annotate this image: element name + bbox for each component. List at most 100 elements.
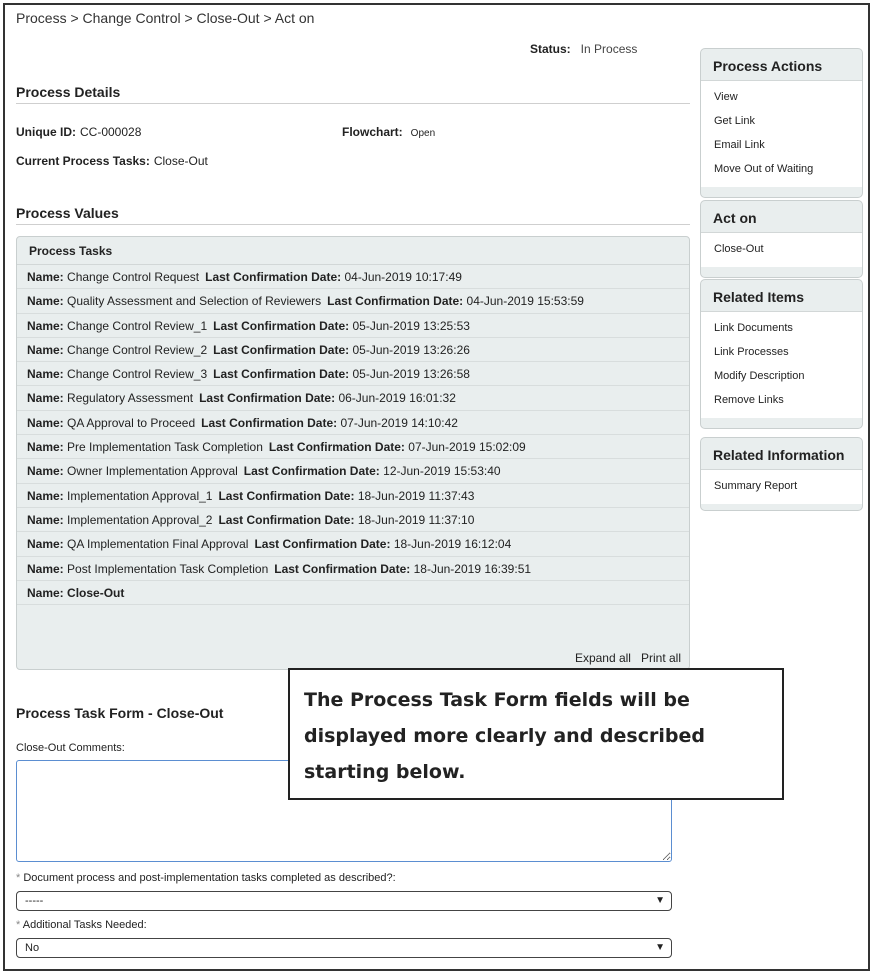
- task-date-value: 05-Jun-2019 13:26:26: [352, 342, 470, 357]
- task-name-label: Name:: [27, 512, 64, 527]
- task-date-label: Last Confirmation Date:: [243, 464, 380, 479]
- task-row: Name: Change Control Review_1 Last Confir…: [17, 314, 689, 338]
- unique-id-value: CC-000028: [80, 125, 142, 139]
- remove-links[interactable]: Remove Links: [701, 388, 862, 412]
- task-date-label: Last Confirmation Date:: [254, 537, 391, 552]
- task-row: Name: Quality Assessment and Selection o…: [17, 289, 689, 314]
- unique-id-label: Unique ID:: [16, 125, 76, 139]
- task-name-label: Name:: [27, 342, 64, 357]
- task-name-value: QA Approval to Proceed: [67, 415, 196, 430]
- related-items-panel: Related Items Link Documents Link Proces…: [700, 279, 863, 429]
- task-date-value: 18-Jun-2019 11:37:10: [357, 512, 475, 527]
- status-value: In Process: [580, 42, 638, 56]
- task-row: Name: Change Control Review_3 Last Confir…: [17, 362, 689, 387]
- task-name-value: Close-Out: [67, 585, 125, 600]
- expand-all-link[interactable]: Expand all: [575, 651, 631, 665]
- action-move-out-of-waiting[interactable]: Move Out of Waiting: [701, 157, 862, 181]
- q1-label-text: Document process and post-implementation…: [23, 872, 396, 884]
- task-row: Name: Owner Implementation Approval Last …: [17, 459, 689, 484]
- callout-annotation: The Process Task Form fields will be dis…: [288, 668, 784, 800]
- task-row: Name: Regulatory Assessment Last Confirma…: [17, 386, 689, 411]
- modify-description[interactable]: Modify Description: [701, 364, 862, 388]
- summary-report[interactable]: Summary Report: [701, 474, 862, 498]
- task-date-value: 18-Jun-2019 11:37:43: [357, 488, 475, 503]
- task-name-value: Change Control Review_1: [67, 318, 208, 333]
- task-row-close-out: Name: Close-Out: [17, 581, 689, 606]
- task-date-label: Last Confirmation Date:: [268, 440, 405, 455]
- task-name-value: Change Control Review_3: [67, 367, 208, 382]
- task-date-label: Last Confirmation Date:: [213, 367, 350, 382]
- q2-label: * Additional Tasks Needed:: [16, 919, 147, 931]
- page-frame: Process > Change Control > Close-Out > A…: [3, 3, 870, 971]
- required-marker: *: [16, 872, 21, 884]
- q2-label-text: Additional Tasks Needed:: [22, 919, 147, 931]
- task-date-label: Last Confirmation Date:: [199, 391, 336, 406]
- task-date-label: Last Confirmation Date:: [213, 342, 350, 357]
- task-row: Name: Pre Implementation Task Completion…: [17, 435, 689, 460]
- task-date-value: 05-Jun-2019 13:25:53: [352, 318, 470, 333]
- print-all-link[interactable]: Print all: [641, 651, 681, 665]
- task-name-value: Owner Implementation Approval: [67, 464, 238, 479]
- task-date-value: 18-Jun-2019 16:39:51: [413, 561, 532, 576]
- action-get-link[interactable]: Get Link: [701, 109, 862, 133]
- current-tasks-value: Close-Out: [153, 154, 208, 168]
- chevron-down-icon: ▼: [655, 895, 665, 906]
- process-tasks-panel: Process Tasks Name: Change Control Reque…: [16, 236, 690, 670]
- task-date-value: 12-Jun-2019 15:53:40: [383, 464, 501, 479]
- current-tasks-label: Current Process Tasks:: [16, 154, 150, 168]
- act-on-panel: Act on Close-Out: [700, 200, 863, 278]
- process-details-title: Process Details: [16, 84, 121, 100]
- tasks-footer: Expand all Print all: [565, 651, 681, 665]
- task-name-label: Name:: [27, 464, 64, 479]
- additional-tasks-select[interactable]: No ▼: [16, 938, 672, 958]
- task-name-label: Name:: [27, 440, 64, 455]
- task-row: Name: Implementation Approval_2 Last Conf…: [17, 508, 689, 533]
- task-date-value: 04-Jun-2019 10:17:49: [344, 270, 462, 284]
- related-information-title: Related Information: [701, 438, 862, 470]
- tasks-completed-selected-value: -----: [25, 895, 44, 907]
- process-actions-title: Process Actions: [701, 49, 862, 81]
- task-row: Name: Implementation Approval_1 Last Conf…: [17, 484, 689, 508]
- related-information-panel: Related Information Summary Report: [700, 437, 863, 511]
- additional-tasks-selected-value: No: [25, 942, 40, 954]
- task-row: Name: QA Approval to Proceed Last Confirm…: [17, 411, 689, 436]
- tasks-completed-select[interactable]: ----- ▼: [16, 891, 672, 911]
- task-date-value: 06-Jun-2019 16:01:32: [338, 391, 456, 406]
- flowchart-open-link[interactable]: Open: [411, 128, 435, 139]
- action-view[interactable]: View: [701, 85, 862, 109]
- task-row: Name: Post Implementation Task Completio…: [17, 557, 689, 581]
- task-row: Name: QA Implementation Final Approval La…: [17, 532, 689, 557]
- task-name-value: Change Control Review_2: [67, 342, 208, 357]
- status-label: Status:: [530, 42, 571, 56]
- task-name-label: Name:: [27, 415, 64, 430]
- task-name-value: QA Implementation Final Approval: [67, 537, 249, 552]
- section-divider: [16, 103, 690, 104]
- related-items-title: Related Items: [701, 280, 862, 312]
- task-form-title: Process Task Form - Close-Out: [16, 705, 224, 721]
- link-processes[interactable]: Link Processes: [701, 340, 862, 364]
- task-name-value: Regulatory Assessment: [67, 391, 194, 406]
- task-name-label: Name:: [27, 537, 64, 552]
- process-values-title: Process Values: [16, 205, 119, 221]
- process-tasks-header: Process Tasks: [17, 237, 689, 265]
- task-date-label: Last Confirmation Date:: [218, 512, 355, 527]
- task-name-value: Change Control Request: [67, 270, 200, 284]
- unique-id-row: Unique ID: CC-000028: [16, 125, 141, 139]
- task-name-value: Quality Assessment and Selection of Revi…: [67, 294, 322, 309]
- link-documents[interactable]: Link Documents: [701, 316, 862, 340]
- task-date-label: Last Confirmation Date:: [218, 488, 355, 503]
- task-row: Name: Change Control Review_2 Last Confir…: [17, 338, 689, 363]
- breadcrumb: Process > Change Control > Close-Out > A…: [16, 10, 315, 26]
- status-indicator: Status: In Process: [530, 42, 637, 56]
- task-row: Name: Change Control Request Last Confirm…: [17, 265, 689, 290]
- process-actions-panel: Process Actions View Get Link Email Link…: [700, 48, 863, 198]
- flowchart-label: Flowchart:: [342, 125, 403, 139]
- act-on-title: Act on: [701, 201, 862, 233]
- act-on-close-out[interactable]: Close-Out: [701, 237, 862, 261]
- task-name-label: Name:: [27, 488, 64, 503]
- task-date-label: Last Confirmation Date:: [274, 561, 411, 576]
- task-name-label: Name:: [27, 318, 64, 333]
- action-email-link[interactable]: Email Link: [701, 133, 862, 157]
- task-name-label: Name:: [27, 367, 64, 382]
- section-divider: [16, 224, 690, 225]
